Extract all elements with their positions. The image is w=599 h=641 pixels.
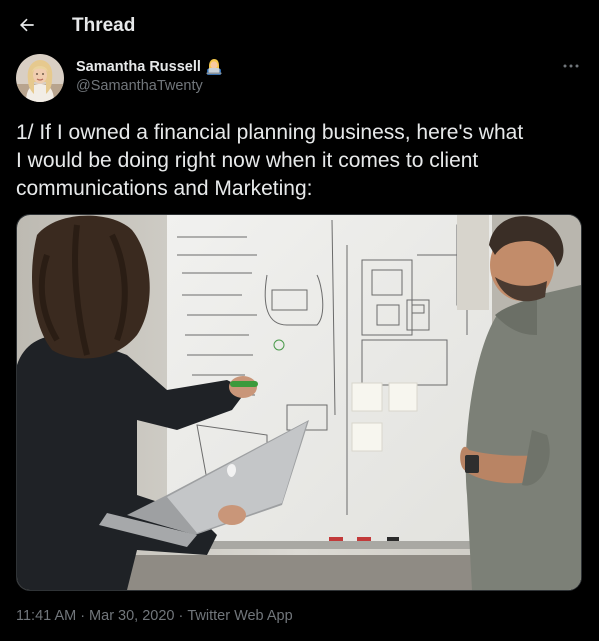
tweet-date[interactable]: Mar 30, 2020: [89, 608, 174, 624]
author-name[interactable]: Samantha Russell: [76, 58, 223, 76]
tweet-photo[interactable]: [16, 214, 582, 591]
meta-separator: ·: [178, 608, 184, 624]
tweet-source[interactable]: Twitter Web App: [187, 608, 292, 624]
more-horizontal-icon: [563, 64, 579, 68]
author-name-text: Samantha Russell: [76, 59, 201, 75]
page-title: Thread: [72, 15, 136, 36]
woman-technologist-emoji-icon: [205, 58, 223, 76]
arrow-left-icon: [19, 18, 34, 32]
thread-header: Thread: [0, 0, 599, 52]
tweet-meta: 11:41 AM · Mar 30, 2020 · Twitter Web Ap…: [16, 608, 293, 624]
tweet-author: Samantha Russell @SamanthaTwenty: [16, 54, 583, 104]
tweet-text-line-2: I would be doing right now when it comes…: [16, 149, 479, 172]
author-handle[interactable]: @SamanthaTwenty: [76, 78, 203, 94]
tweet-time[interactable]: 11:41 AM: [16, 608, 76, 624]
more-button[interactable]: [559, 56, 583, 76]
tweet-text-line-3: communications and Marketing:: [16, 177, 313, 200]
back-button[interactable]: [12, 10, 42, 40]
meta-separator: ·: [80, 608, 86, 624]
avatar[interactable]: [16, 54, 64, 102]
tweet-text-line-1: 1/ If I owned a financial planning busin…: [16, 121, 524, 144]
tweet-text: 1/ If I owned a financial planning busin…: [16, 119, 583, 203]
